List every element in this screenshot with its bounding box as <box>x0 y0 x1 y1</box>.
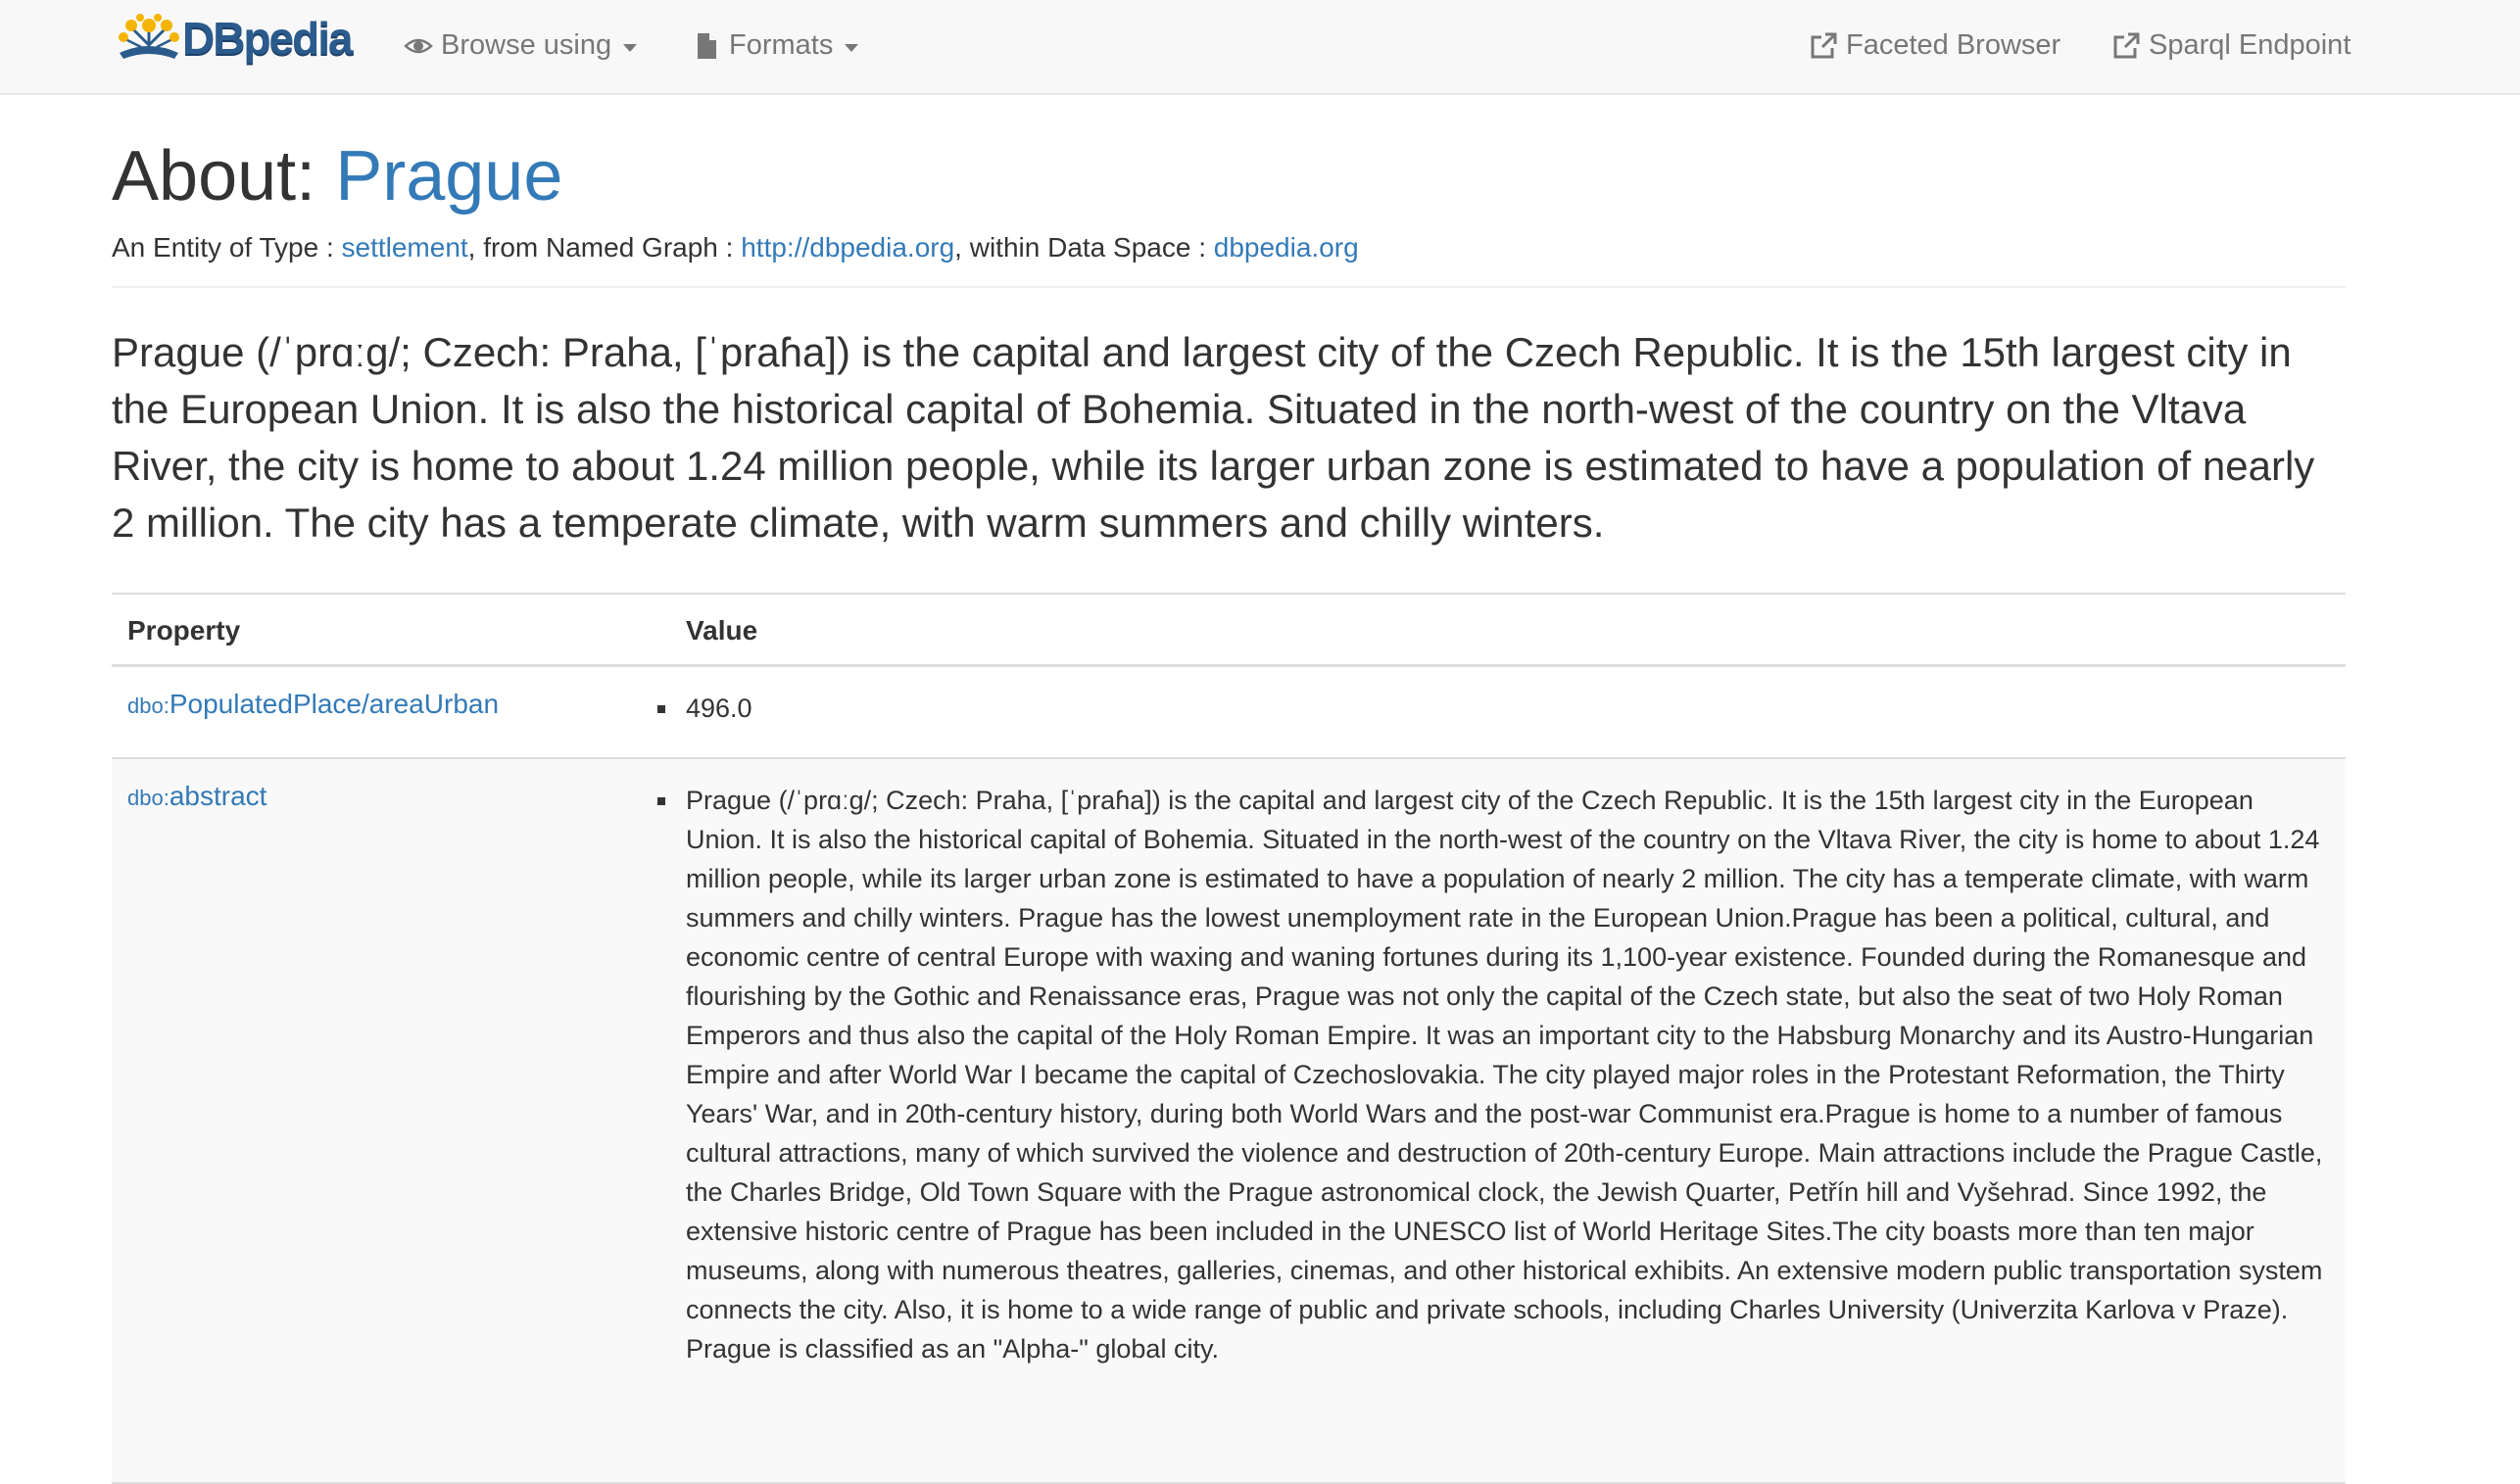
property-column-header: Property <box>127 615 241 646</box>
external-link-icon <box>1811 32 1837 58</box>
browse-using-label: Browse using <box>441 29 612 61</box>
faceted-browser-label: Faceted Browser <box>1846 29 2061 61</box>
lead-description: Prague (/ˈprɑːɡ/; Czech: Praha, [ˈpraɦa]… <box>112 329 2315 546</box>
brand-text: DBpedia <box>182 13 354 64</box>
sparql-endpoint-label: Sparql Endpoint <box>2149 29 2351 61</box>
value-column-header: Value <box>686 615 758 646</box>
value-text: Prague (/ˈprɑːɡ/; Czech: Praha, [ˈpraɦa]… <box>686 786 2323 1364</box>
property-cell: dbo:abstract <box>112 759 670 1482</box>
chevron-down-icon <box>845 43 859 52</box>
eye-icon <box>404 38 433 53</box>
chevron-down-icon <box>623 43 638 52</box>
entity-type-link[interactable]: settlement <box>342 232 468 263</box>
dbpedia-logo-icon <box>119 14 179 59</box>
external-link-icon <box>2113 32 2140 58</box>
value-list: 496.0 <box>657 689 2332 728</box>
property-link-abstract[interactable]: dbo:abstract <box>127 781 267 811</box>
value-list: Prague (/ˈprɑːɡ/; Czech: Praha, [ˈpraɦa]… <box>657 781 2332 1368</box>
formats-dropdown[interactable]: Formats <box>692 0 859 91</box>
faceted-browser-link[interactable]: Faceted Browser <box>1809 0 2060 91</box>
value-item: 496.0 <box>657 689 2332 728</box>
bullet-icon <box>657 797 665 805</box>
table-row: dbo:abstract Prague (/ˈprɑːɡ/; Czech: Pr… <box>112 759 2346 1484</box>
sparql-endpoint-link[interactable]: Sparql Endpoint <box>2111 0 2350 91</box>
space-prefix: , within Data Space : <box>954 232 1214 263</box>
browse-using-dropdown[interactable]: Browse using <box>404 0 638 91</box>
property-cell: dbo:PopulatedPlace/areaUrban <box>112 667 670 757</box>
entity-name-link[interactable]: Prague <box>335 137 562 215</box>
property-table: Property Value dbo:PopulatedPlace/areaUr… <box>112 593 2346 1484</box>
data-space-link[interactable]: dbpedia.org <box>1214 232 1359 263</box>
bullet-icon <box>657 705 665 713</box>
entity-meta-line: An Entity of Type : settlement, from Nam… <box>112 232 1359 263</box>
property-prefix: dbo: <box>127 694 170 718</box>
file-icon <box>698 32 716 59</box>
named-graph-link[interactable]: http://dbpedia.org <box>741 232 954 263</box>
divider <box>112 286 2346 288</box>
value-text: 496.0 <box>686 694 752 723</box>
type-prefix: An Entity of Type : <box>112 232 342 263</box>
formats-label: Formats <box>729 29 834 61</box>
value-cell: Prague (/ˈprɑːɡ/; Czech: Praha, [ˈpraɦa]… <box>657 759 2346 1482</box>
property-prefix: dbo: <box>127 786 170 810</box>
dbpedia-logo[interactable]: DBpedia <box>114 10 354 67</box>
table-row: dbo:PopulatedPlace/areaUrban 496.0 <box>112 667 2346 759</box>
property-name: PopulatedPlace/areaUrban <box>169 689 500 719</box>
value-item: Prague (/ˈprɑːɡ/; Czech: Praha, [ˈpraɦa]… <box>657 781 2332 1368</box>
graph-prefix: , from Named Graph : <box>467 232 742 263</box>
property-link-area-urban[interactable]: dbo:PopulatedPlace/areaUrban <box>127 689 499 719</box>
about-prefix: About: <box>112 137 316 215</box>
property-name: abstract <box>169 781 267 811</box>
value-cell: 496.0 <box>657 667 2346 757</box>
top-navbar: DBpedia Browse using Formats Faceted Bro… <box>0 0 2520 95</box>
page-title: About: Prague <box>112 134 562 218</box>
table-header-row: Property Value <box>112 595 2346 667</box>
